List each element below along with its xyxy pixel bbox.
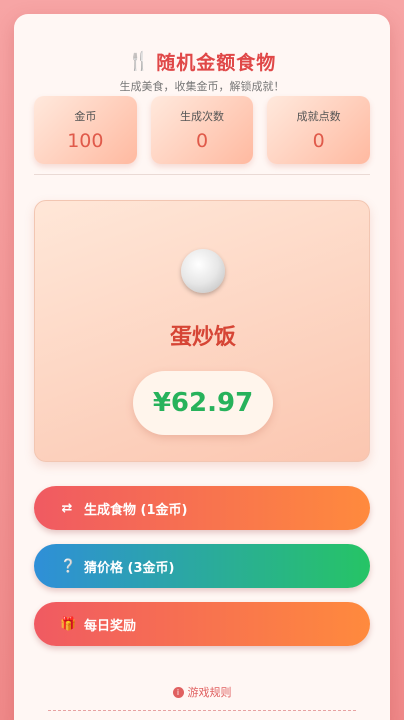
food-display-panel: 蛋炒饭 ¥62.97: [34, 200, 370, 462]
main-card: 🍴 随机金额食物 生成美食，收集金币，解锁成就！ 金币 100 生成次数 0 成…: [14, 14, 390, 720]
rice-bowl-icon: [181, 249, 225, 293]
app-title: 随机金额食物: [156, 52, 277, 74]
header: 🍴 随机金额食物: [14, 48, 390, 75]
app-subtitle: 生成美食，收集金币，解锁成就！: [119, 80, 285, 93]
guess-price-button[interactable]: ❔ 猜价格 (3金币): [34, 544, 370, 588]
gift-icon: 🎁: [60, 616, 77, 632]
generate-food-label: 生成食物 (1金币): [84, 502, 188, 518]
stat-generations-label: 生成次数: [180, 110, 224, 123]
stat-achievements: 成就点数 0: [267, 96, 371, 164]
question-circle-icon: ❔: [60, 558, 77, 574]
daily-reward-label: 每日奖励: [84, 618, 137, 634]
stat-achievements-label: 成就点数: [296, 110, 341, 123]
generate-food-button[interactable]: ⇄ 生成食物 (1金币): [34, 486, 370, 530]
rules-divider: [48, 710, 356, 711]
stat-achievements-value: 0: [312, 130, 325, 152]
game-rules-label: 游戏规则: [187, 686, 232, 699]
divider: [34, 174, 370, 175]
stat-generations-value: 0: [195, 130, 209, 152]
stat-generations: 生成次数 0: [150, 96, 254, 164]
game-rules-link[interactable]: i 游戏规则: [14, 684, 390, 700]
stats-row: 金币 100 生成次数 0 成就点数 0: [34, 96, 371, 164]
utensils-icon: 🍴: [127, 51, 151, 72]
stat-coins: 金币 100: [34, 96, 137, 164]
food-price: ¥62.97: [133, 371, 273, 435]
info-circle-icon: i: [172, 686, 184, 698]
daily-reward-button[interactable]: 🎁 每日奖励: [34, 602, 370, 646]
food-name: 蛋炒饭: [169, 325, 236, 350]
guess-price-label: 猜价格 (3金币): [84, 560, 175, 576]
stat-coins-value: 100: [67, 130, 104, 152]
stat-coins-label: 金币: [74, 110, 97, 123]
shuffle-icon: ⇄: [61, 500, 73, 516]
